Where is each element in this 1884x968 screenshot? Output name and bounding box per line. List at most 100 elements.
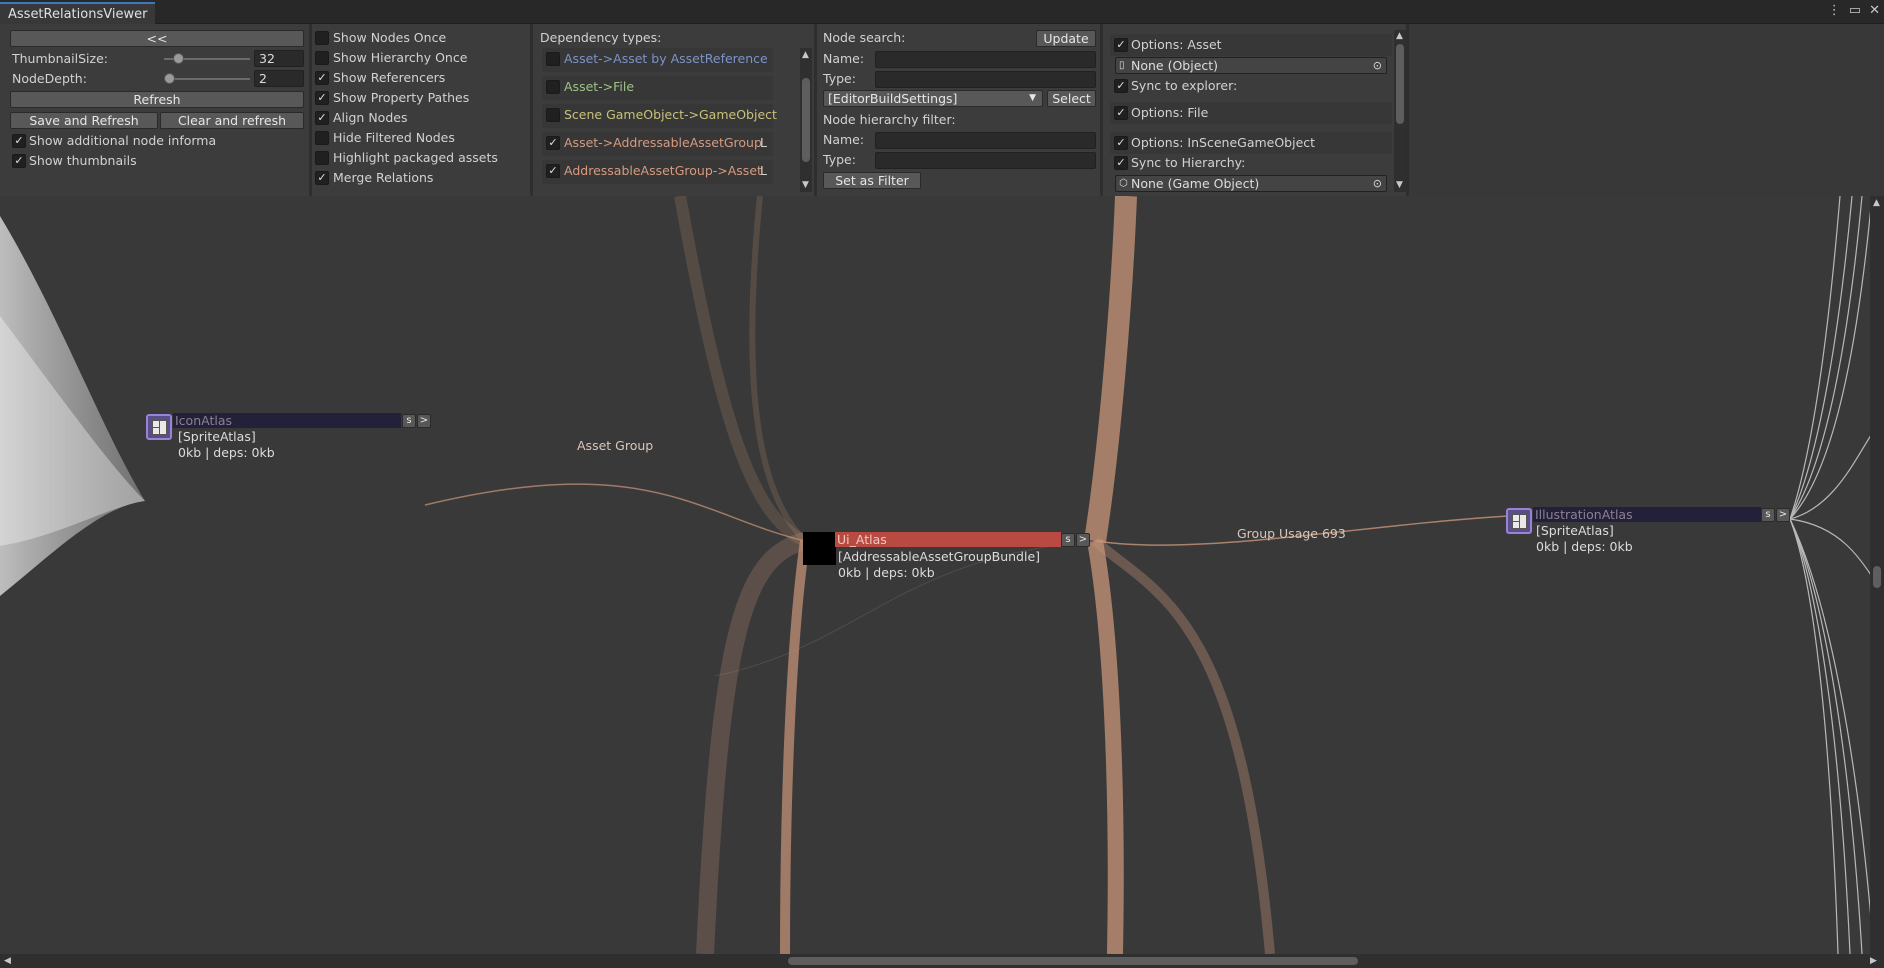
search-name-label: Name: <box>823 51 865 66</box>
icon-atlas-select-button[interactable]: s <box>402 414 416 428</box>
options-file-label: Options: File <box>1131 105 1209 120</box>
dependency-types-header: Dependency types: <box>540 30 662 45</box>
gameobject-picker-icon[interactable]: ⊙ <box>1373 176 1382 191</box>
group-usage-edge-label: Group Usage 693 <box>1237 526 1346 541</box>
search-type-input[interactable] <box>875 71 1096 88</box>
scroll-down-arrow-icon[interactable]: ▼ <box>802 180 809 190</box>
show-nodes-once-checkbox[interactable] <box>315 31 329 45</box>
icon-atlas-node-title[interactable]: IconAtlas <box>173 413 401 428</box>
dropdown-caret-icon: ▼ <box>1029 93 1036 103</box>
align-nodes-label: Align Nodes <box>333 110 408 125</box>
ui-atlas-expand-button[interactable]: > <box>1076 533 1090 547</box>
illustration-atlas-node-title[interactable]: IllustrationAtlas <box>1533 507 1761 522</box>
object-field[interactable]: ▯ None (Object) ⊙ <box>1115 57 1387 74</box>
options-scroll-up-icon[interactable]: ▲ <box>1396 31 1403 41</box>
dependency-group-asset-checkbox[interactable]: ✓ <box>546 164 560 178</box>
asset-relations-viewer-window: AssetRelationsViewer ⋮ ▭ ✕ << ThumbnailS… <box>0 0 1884 968</box>
node-depth-slider[interactable] <box>164 78 250 80</box>
thumbnail-size-label: ThumbnailSize: <box>12 51 108 66</box>
search-name-input[interactable] <box>875 51 1096 68</box>
scroll-up-arrow-icon[interactable]: ▲ <box>802 50 809 60</box>
show-hierarchy-once-checkbox[interactable] <box>315 51 329 65</box>
select-button[interactable]: Select <box>1047 90 1096 107</box>
dependency-asset-group-suffix: L <box>760 135 767 150</box>
options-scrollbar-thumb[interactable] <box>1396 44 1404 124</box>
ui-atlas-node-title[interactable]: Ui_Atlas <box>835 532 1061 547</box>
refresh-button[interactable]: Refresh <box>10 91 304 108</box>
graph-vertical-scroll-thumb[interactable] <box>1873 566 1881 588</box>
title-bar: AssetRelationsViewer ⋮ ▭ ✕ <box>0 0 1884 24</box>
ui-atlas-select-button[interactable]: s <box>1061 533 1075 547</box>
set-as-filter-button[interactable]: Set as Filter <box>823 172 921 189</box>
dependency-scene-gameobject-checkbox[interactable] <box>546 108 560 122</box>
relations-graph[interactable]: IconAtlas s > [SpriteAtlas] 0kb | deps: … <box>0 196 1884 954</box>
illustration-atlas-expand-button[interactable]: > <box>1776 508 1790 522</box>
graph-scroll-left-icon[interactable]: ◀ <box>4 956 11 966</box>
thumbnail-size-slider-handle[interactable] <box>173 53 184 64</box>
options-file-checkbox[interactable]: ✓ <box>1114 106 1128 120</box>
dependency-asset-file-label: Asset->File <box>564 79 635 94</box>
node-hierarchy-filter-header: Node hierarchy filter: <box>823 112 956 127</box>
options-asset-label: Options: Asset <box>1131 37 1222 52</box>
illustration-atlas-select-button[interactable]: s <box>1761 508 1775 522</box>
search-type-label: Type: <box>823 71 856 86</box>
sync-explorer-label: Sync to explorer: <box>1131 78 1238 93</box>
filter-name-label: Name: <box>823 132 865 147</box>
merge-relations-checkbox[interactable]: ✓ <box>315 171 329 185</box>
illustration-atlas-node-type: [SpriteAtlas] <box>1536 523 1614 538</box>
filter-name-input[interactable] <box>875 132 1096 149</box>
sync-hierarchy-checkbox[interactable]: ✓ <box>1114 156 1128 170</box>
icon-atlas-node-size: 0kb | deps: 0kb <box>178 445 275 460</box>
node-depth-field[interactable]: 2 <box>254 70 304 87</box>
filter-type-input[interactable] <box>875 152 1096 169</box>
dependency-asset-reference-checkbox[interactable] <box>546 52 560 66</box>
update-button[interactable]: Update <box>1036 30 1096 47</box>
ui-atlas-node-type: [AddressableAssetGroupBundle] <box>838 549 1041 564</box>
node-depth-slider-handle[interactable] <box>164 73 175 84</box>
thumbnail-size-field[interactable]: 32 <box>254 50 304 67</box>
options-asset-checkbox[interactable]: ✓ <box>1114 38 1128 52</box>
gameobject-field-value: None (Game Object) <box>1131 176 1260 191</box>
clear-and-refresh-button[interactable]: Clear and refresh <box>160 112 304 129</box>
close-icon[interactable]: ✕ <box>1869 3 1880 18</box>
hide-filtered-nodes-checkbox[interactable] <box>315 131 329 145</box>
hide-filtered-nodes-label: Hide Filtered Nodes <box>333 130 455 145</box>
dependency-asset-reference-label: Asset->Asset by AssetReference <box>564 51 768 66</box>
graph-horizontal-scrollbar[interactable]: ◀ ▶ <box>0 954 1884 968</box>
kebab-menu-icon[interactable]: ⋮ <box>1828 3 1841 18</box>
asset-group-edge-label: Asset Group <box>577 438 654 453</box>
window-tab[interactable]: AssetRelationsViewer <box>0 2 156 24</box>
gameobject-field[interactable]: ⬡ None (Game Object) ⊙ <box>1115 175 1387 192</box>
align-nodes-checkbox[interactable]: ✓ <box>315 111 329 125</box>
sync-explorer-checkbox[interactable]: ✓ <box>1114 79 1128 93</box>
show-thumbnails-label: Show thumbnails <box>29 153 137 168</box>
options-scroll-down-icon[interactable]: ▼ <box>1396 180 1403 190</box>
icon-atlas-node-type: [SpriteAtlas] <box>178 429 256 444</box>
graph-edges <box>0 196 1884 954</box>
show-referencers-checkbox[interactable]: ✓ <box>315 71 329 85</box>
show-thumbnails-checkbox[interactable]: ✓ <box>12 154 26 168</box>
highlight-packaged-assets-checkbox[interactable] <box>315 151 329 165</box>
save-and-refresh-button[interactable]: Save and Refresh <box>10 112 158 129</box>
maximize-icon[interactable]: ▭ <box>1849 3 1861 18</box>
options-inscene-checkbox[interactable]: ✓ <box>1114 136 1128 150</box>
merge-relations-label: Merge Relations <box>333 170 434 185</box>
dependency-asset-group-checkbox[interactable]: ✓ <box>546 136 560 150</box>
object-picker-icon[interactable]: ⊙ <box>1373 58 1382 73</box>
graph-scroll-right-icon[interactable]: ▶ <box>1870 956 1877 966</box>
collapse-button[interactable]: << <box>10 30 304 47</box>
show-additional-info-label: Show additional node informa <box>29 133 217 148</box>
dependency-asset-file-checkbox[interactable] <box>546 80 560 94</box>
object-field-value: None (Object) <box>1131 58 1219 73</box>
asset-type-dropdown-value: [EditorBuildSettings] <box>828 91 958 106</box>
dependency-scrollbar-thumb[interactable] <box>802 78 810 162</box>
graph-scroll-up-icon[interactable]: ▲ <box>1873 198 1880 208</box>
show-additional-info-checkbox[interactable]: ✓ <box>12 134 26 148</box>
icon-atlas-expand-button[interactable]: > <box>417 414 431 428</box>
ui-atlas-node-size: 0kb | deps: 0kb <box>838 565 935 580</box>
graph-horizontal-scroll-thumb[interactable] <box>788 957 1358 965</box>
file-icon: ▯ <box>1119 60 1125 71</box>
asset-type-dropdown[interactable]: [EditorBuildSettings] ▼ <box>823 90 1043 107</box>
show-property-pathes-checkbox[interactable]: ✓ <box>315 91 329 105</box>
dependency-scene-gameobject-label: Scene GameObject->GameObject <box>564 107 777 122</box>
